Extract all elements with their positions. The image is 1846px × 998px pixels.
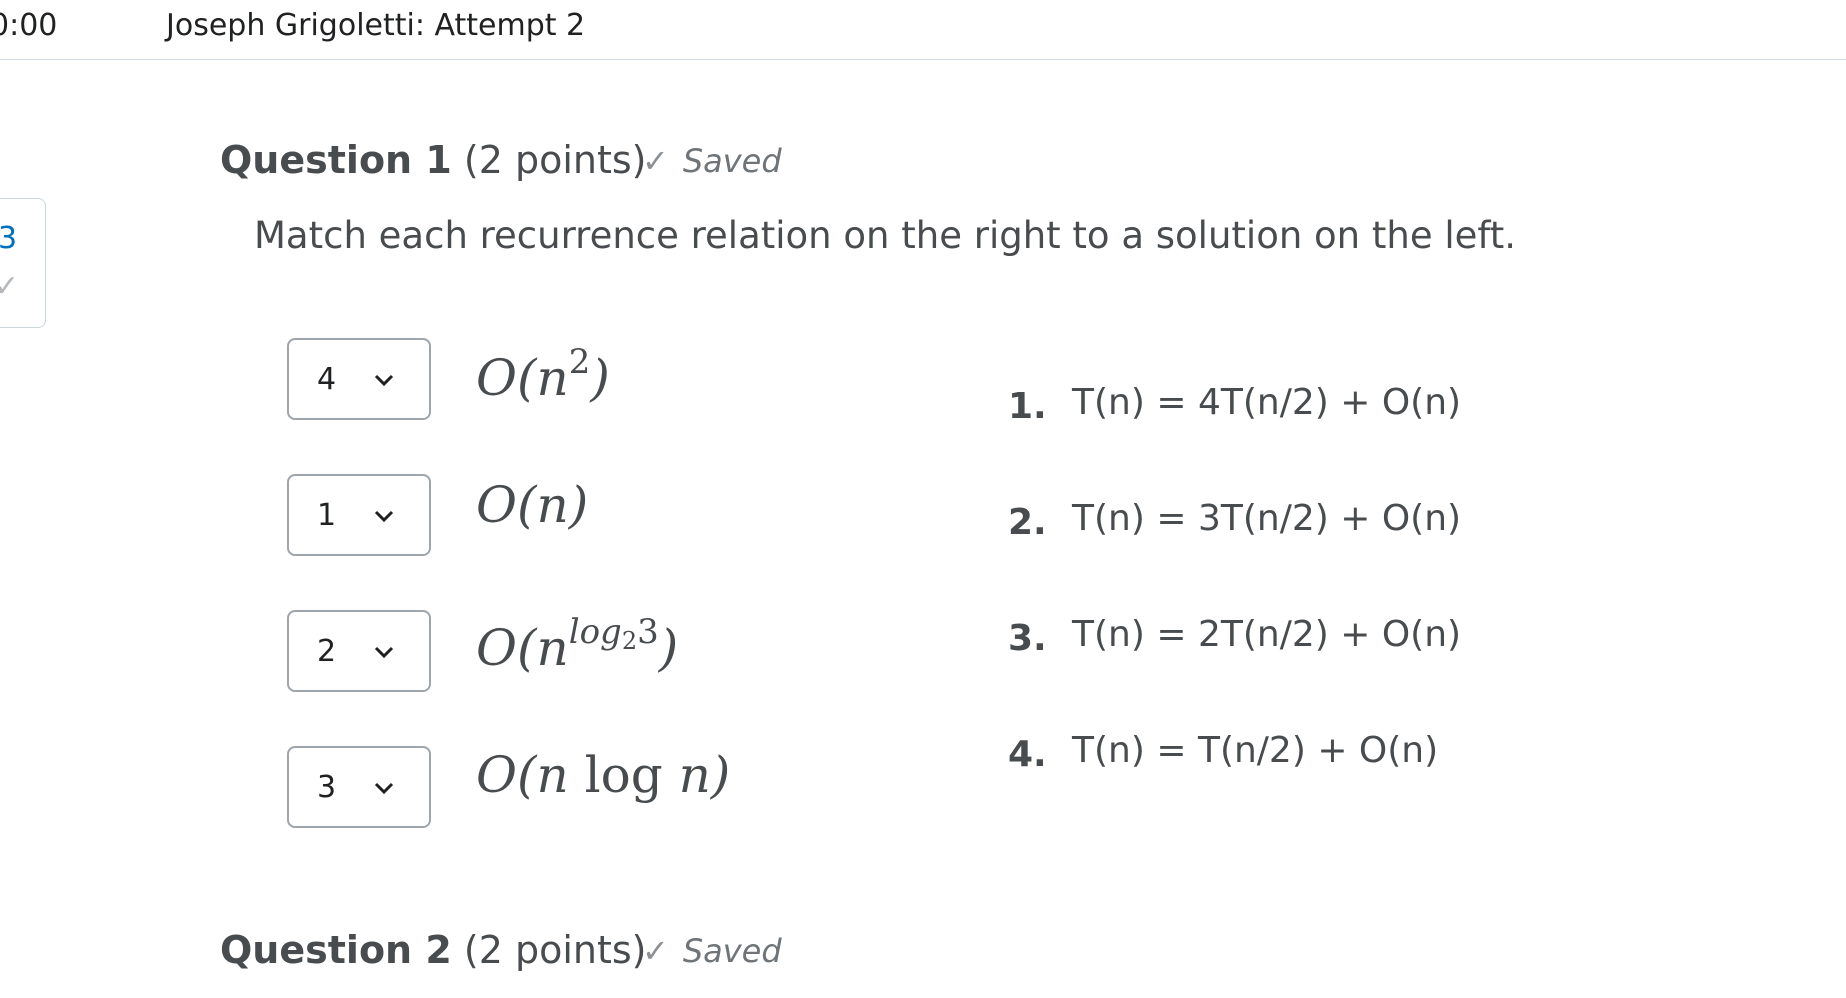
quiz-header-bar: 0:00 Joseph Grigoletti: Attempt 2: [0, 0, 1846, 60]
chevron-down-icon: [374, 374, 394, 387]
match-select-3[interactable]: 2: [287, 610, 431, 692]
saved-status: ✓ Saved: [642, 932, 782, 970]
question-points: (2 points): [463, 928, 647, 972]
quiz-timer: 0:00: [0, 8, 58, 43]
recurrence-text: T(n) = 4T(n/2) + O(n): [1072, 382, 1462, 423]
recurrence-text: T(n) = 3T(n/2) + O(n): [1072, 498, 1462, 539]
question-prompt: Match each recurrence relation on the ri…: [254, 214, 1517, 257]
select-value: 3: [317, 770, 337, 805]
match-select-4[interactable]: 3: [287, 746, 431, 828]
question-label: Question 1: [220, 138, 452, 182]
attempt-title: Joseph Grigoletti: Attempt 2: [166, 8, 586, 43]
recurrence-number: 4.: [1008, 734, 1047, 775]
question-label: Question 2: [220, 928, 452, 972]
check-icon: ✓: [0, 269, 20, 304]
recurrence-number: 2.: [1008, 502, 1047, 543]
chevron-down-icon: [374, 510, 394, 523]
check-icon: ✓: [642, 932, 669, 970]
solution-n-squared: O(n2): [476, 342, 610, 407]
chevron-down-icon: [374, 646, 394, 659]
recurrence-number: 1.: [1008, 386, 1047, 427]
saved-label: Saved: [682, 142, 782, 180]
check-icon: ✓: [642, 142, 669, 180]
select-value: 1: [317, 498, 337, 533]
question-nav-card[interactable]: 3 ✓: [0, 198, 46, 328]
match-select-2[interactable]: 1: [287, 474, 431, 556]
solution-n-log2-3: O(nlog23): [476, 612, 679, 677]
question-points: (2 points): [463, 138, 647, 182]
recurrence-text: T(n) = T(n/2) + O(n): [1072, 730, 1439, 771]
select-value: 4: [317, 362, 337, 397]
saved-status: ✓ Saved: [642, 142, 782, 180]
chevron-down-icon: [374, 782, 394, 795]
solution-n: O(n): [476, 476, 589, 534]
select-value: 2: [317, 634, 337, 669]
recurrence-text: T(n) = 2T(n/2) + O(n): [1072, 614, 1462, 655]
match-select-1[interactable]: 4: [287, 338, 431, 420]
question-1-header: Question 1 (2 points): [220, 138, 647, 182]
recurrence-number: 3.: [1008, 618, 1047, 659]
solution-n-log-n: O(n log n): [476, 746, 731, 804]
question-nav-number[interactable]: 3: [0, 221, 17, 256]
question-2-header: Question 2 (2 points): [220, 928, 647, 972]
saved-label: Saved: [682, 932, 782, 970]
